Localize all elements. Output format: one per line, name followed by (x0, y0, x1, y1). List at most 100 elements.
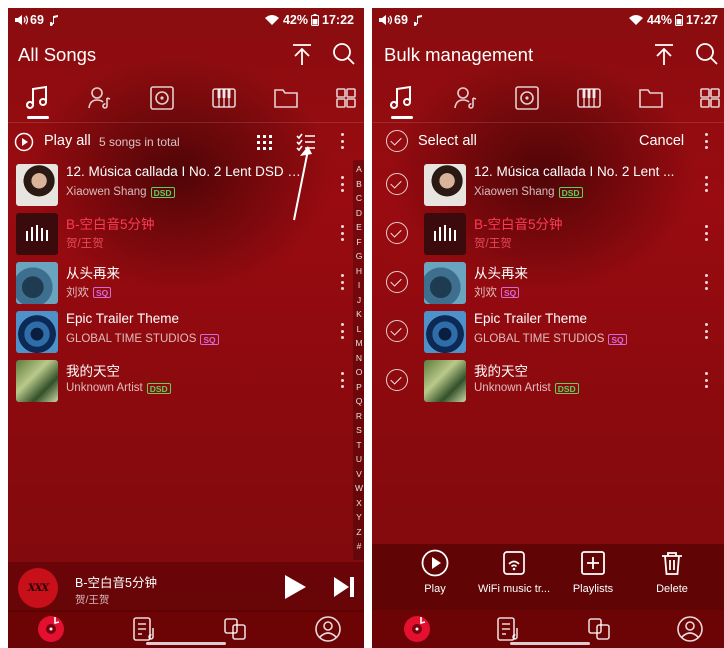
more-options-icon[interactable] (335, 130, 349, 152)
index-letter[interactable]: C (353, 193, 364, 203)
nav-profile-icon[interactable] (313, 614, 343, 644)
index-letter[interactable]: W (353, 483, 364, 493)
search-icon[interactable] (693, 40, 721, 68)
song-more-icon[interactable] (699, 320, 713, 342)
select-all-checkbox[interactable] (386, 130, 408, 152)
index-letter[interactable]: G (353, 251, 364, 261)
index-letter[interactable]: Z (353, 527, 364, 537)
index-letter[interactable]: D (353, 208, 364, 218)
song-title: 从头再来 (66, 266, 120, 281)
mini-player[interactable]: XXX B-空白音5分钟 贺/王贺 (8, 562, 364, 612)
nav-playlist-icon[interactable] (493, 614, 523, 644)
tab-genres[interactable] (569, 78, 609, 118)
action-delete[interactable]: Delete (627, 548, 717, 595)
play-all-button[interactable]: Play all (44, 133, 91, 149)
song-more-icon[interactable] (335, 369, 349, 391)
index-letter[interactable]: X (353, 498, 364, 508)
song-row[interactable]: Epic Trailer Theme GLOBAL TIME STUDIOS SQ (8, 307, 364, 355)
song-select-checkbox[interactable] (386, 320, 408, 342)
nav-playlist-icon[interactable] (129, 614, 159, 644)
index-letter[interactable]: F (353, 237, 364, 247)
index-letter[interactable]: B (353, 179, 364, 189)
sort-grid-icon[interactable] (256, 133, 274, 151)
tab-songs[interactable] (382, 78, 422, 118)
song-more-icon[interactable] (335, 222, 349, 244)
song-select-checkbox[interactable] (386, 222, 408, 244)
index-letter[interactable]: O (353, 367, 364, 377)
nav-transfer-icon[interactable] (584, 614, 614, 644)
index-letter[interactable]: P (353, 382, 364, 392)
tab-folders[interactable] (266, 78, 306, 118)
more-options-icon[interactable] (699, 130, 713, 152)
index-letter[interactable]: M (353, 338, 364, 348)
index-letter[interactable]: A (353, 164, 364, 174)
action-playlists[interactable]: Playlists (548, 548, 638, 595)
music-note-status-icon (49, 15, 58, 26)
index-letter[interactable]: I (353, 280, 364, 290)
index-letter[interactable]: R (353, 411, 364, 421)
tab-albums[interactable] (507, 78, 547, 118)
index-letter[interactable]: K (353, 309, 364, 319)
scroll-to-top-icon[interactable] (650, 40, 678, 68)
song-more-icon[interactable] (699, 222, 713, 244)
song-row[interactable]: 12. Música callada I No. 2 Lent ... Xiaow… (372, 160, 724, 208)
index-letter[interactable]: U (353, 454, 364, 464)
tab-songs[interactable] (18, 78, 58, 118)
tab-artists[interactable] (446, 78, 486, 118)
index-letter[interactable]: S (353, 425, 364, 435)
nav-music-icon[interactable] (402, 614, 432, 644)
song-more-icon[interactable] (335, 173, 349, 195)
song-select-checkbox[interactable] (386, 271, 408, 293)
song-more-icon[interactable] (699, 173, 713, 195)
mini-player-title: B-空白音5分钟 (75, 576, 157, 590)
song-more-icon[interactable] (335, 271, 349, 293)
song-row[interactable]: 从头再来 刘欢 SQ (8, 258, 364, 306)
song-row[interactable]: 从头再来 刘欢 SQ (372, 258, 724, 306)
nav-music-icon[interactable] (36, 614, 66, 644)
tab-more[interactable] (690, 78, 724, 118)
index-letter[interactable]: E (353, 222, 364, 232)
tab-folders[interactable] (631, 78, 671, 118)
volume-level: 69 (394, 13, 408, 27)
tab-albums[interactable] (142, 78, 182, 118)
mini-player-art-text: XXX (27, 582, 49, 594)
song-row[interactable]: Epic Trailer Theme GLOBAL TIME STUDIOS SQ (372, 307, 724, 355)
song-artist: 贺/王贺 (474, 238, 512, 250)
album-art (424, 360, 466, 402)
song-row[interactable]: 我的天空 Unknown Artist DSD (8, 356, 364, 404)
song-row[interactable]: 我的天空 Unknown Artist DSD (372, 356, 724, 404)
nav-profile-icon[interactable] (675, 614, 705, 644)
index-letter[interactable]: H (353, 266, 364, 276)
tab-artists[interactable] (80, 78, 120, 118)
index-letter[interactable]: Q (353, 396, 364, 406)
select-all-button[interactable]: Select all (418, 133, 477, 149)
nav-transfer-icon[interactable] (220, 614, 250, 644)
song-more-icon[interactable] (699, 271, 713, 293)
tab-genres[interactable] (204, 78, 244, 118)
play-all-icon[interactable] (14, 132, 34, 152)
song-artist: GLOBAL TIME STUDIOS (474, 333, 605, 345)
song-row[interactable]: B-空白音5分钟 贺/王贺 (372, 209, 724, 257)
index-letter[interactable]: Y (353, 512, 364, 522)
index-letter[interactable]: V (353, 469, 364, 479)
action-play[interactable]: Play (390, 548, 480, 595)
song-more-icon[interactable] (699, 369, 713, 391)
search-icon[interactable] (330, 40, 358, 68)
index-letter[interactable]: T (353, 440, 364, 450)
action-playlists-label: Playlists (572, 583, 614, 595)
quality-badge: DSD (150, 186, 175, 198)
index-letter[interactable]: N (353, 353, 364, 363)
song-more-icon[interactable] (335, 320, 349, 342)
alphabet-index[interactable]: A B C D E F G H I J K L M N O P Q R S T U V W X Y Z # (353, 160, 364, 560)
song-select-checkbox[interactable] (386, 369, 408, 391)
song-select-checkbox[interactable] (386, 173, 408, 195)
index-letter[interactable]: J (353, 295, 364, 305)
action-wifi-transfer[interactable]: WiFi music tr... (469, 548, 559, 595)
cancel-button[interactable]: Cancel (639, 133, 684, 149)
next-track-icon[interactable] (332, 576, 356, 598)
play-icon[interactable] (283, 574, 307, 600)
index-letter[interactable]: L (353, 324, 364, 334)
scroll-to-top-icon[interactable] (288, 40, 316, 68)
index-letter[interactable]: # (353, 541, 364, 551)
tab-more[interactable] (326, 78, 364, 118)
